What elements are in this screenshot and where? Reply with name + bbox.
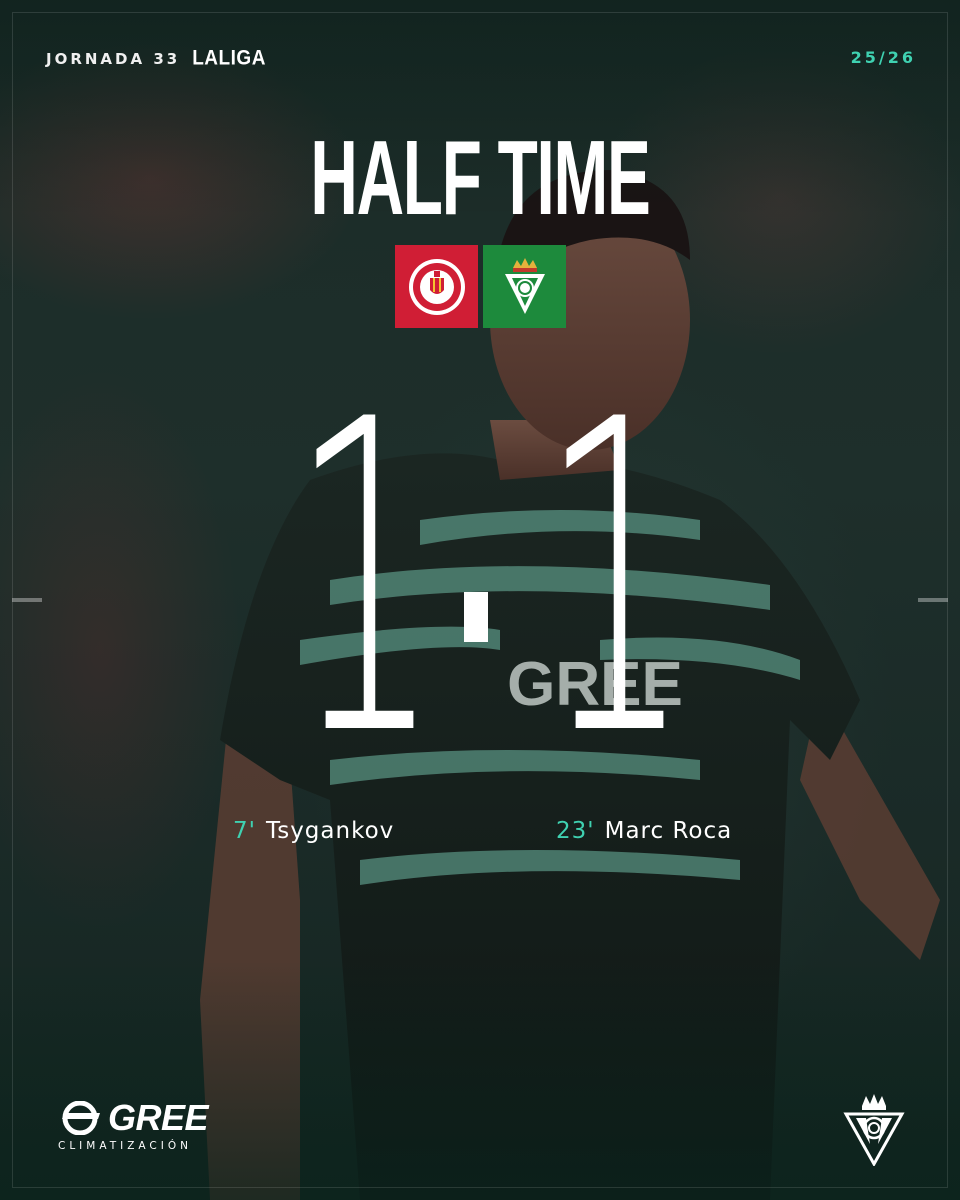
real-betis-crest-icon bbox=[504, 257, 545, 314]
season-label: 25/26 bbox=[850, 48, 916, 67]
match-info: JORNADA 33 LALIGA bbox=[46, 46, 266, 70]
home-team-crest bbox=[395, 245, 478, 328]
home-goal-player: Tsygankov bbox=[265, 818, 395, 844]
home-goal-scorer: 7' Tsygankov bbox=[233, 818, 394, 844]
away-goal-player: Marc Roca bbox=[604, 818, 733, 844]
sponsor-logo: GREE CLIMATIZACIÓN bbox=[58, 1097, 209, 1153]
sponsor-name: GREE bbox=[108, 1097, 209, 1138]
away-goal-minute: 23' bbox=[556, 818, 595, 844]
home-goal-minute: 7' bbox=[233, 818, 256, 844]
girona-crest-icon bbox=[408, 258, 465, 315]
page-title: HALF TIME bbox=[310, 119, 651, 237]
away-score: 1 bbox=[540, 330, 691, 830]
league-logo-text: LALIGA bbox=[192, 46, 266, 70]
sponsor-tagline: CLIMATIZACIÓN bbox=[58, 1140, 192, 1152]
scoreboard: 1 1 bbox=[0, 360, 960, 800]
home-score: 1 bbox=[290, 330, 441, 830]
away-goal-scorer: 23' Marc Roca bbox=[556, 818, 732, 844]
gree-swoosh-icon bbox=[62, 1101, 100, 1135]
away-team-crest bbox=[483, 245, 566, 328]
matchday-label: JORNADA 33 bbox=[46, 50, 181, 68]
score-separator bbox=[464, 592, 488, 642]
real-betis-logo-icon bbox=[843, 1094, 905, 1166]
